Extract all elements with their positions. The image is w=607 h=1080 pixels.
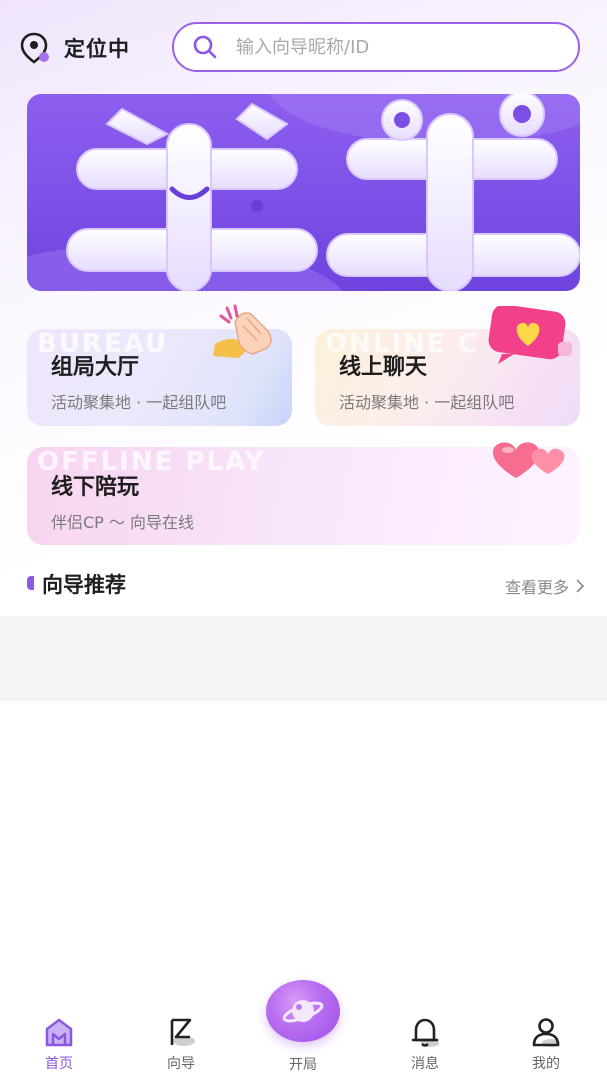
user-icon bbox=[532, 1018, 560, 1047]
search-icon bbox=[193, 35, 217, 59]
chevron-right-icon bbox=[576, 579, 585, 593]
tab-guide-label: 向导 bbox=[167, 1056, 195, 1072]
tab-profile[interactable]: 我的 bbox=[506, 1015, 586, 1075]
offline-title: 线下陪玩 bbox=[51, 475, 140, 500]
section-title: 向导推荐 bbox=[42, 573, 126, 597]
banner-artwork bbox=[27, 94, 580, 291]
tab-start-label: 开局 bbox=[289, 1057, 317, 1073]
tab-profile-label: 我的 bbox=[532, 1056, 560, 1072]
header: 定位中 bbox=[0, 18, 607, 76]
promo-banner[interactable] bbox=[27, 94, 580, 291]
view-more-link[interactable]: 查看更多 bbox=[505, 574, 585, 598]
offline-subtitle: 伴侣CP ～ 向导在线 bbox=[51, 513, 194, 532]
tab-messages-label: 消息 bbox=[411, 1056, 439, 1072]
guide-list-area bbox=[0, 616, 607, 701]
location-pin-icon bbox=[20, 32, 49, 64]
high-five-hand-icon bbox=[213, 304, 272, 358]
section-accent-bar bbox=[27, 576, 34, 590]
hearts-icon bbox=[492, 442, 565, 478]
planet-icon bbox=[282, 1000, 324, 1023]
search-bar[interactable] bbox=[172, 22, 580, 72]
chat-subtitle: 活动聚集地 · 一起组队吧 bbox=[339, 393, 515, 412]
start-game-button[interactable] bbox=[266, 980, 340, 1042]
location-selector[interactable]: 定位中 bbox=[20, 32, 130, 64]
home-icon bbox=[45, 1018, 73, 1047]
lobby-title: 组局大厅 bbox=[51, 355, 140, 380]
search-input[interactable] bbox=[236, 36, 556, 58]
location-label: 定位中 bbox=[64, 37, 130, 61]
bell-icon bbox=[411, 1018, 439, 1047]
tab-guide[interactable]: 向导 bbox=[141, 1015, 221, 1075]
tab-messages[interactable]: 消息 bbox=[385, 1015, 465, 1075]
heart-chat-bubble-icon bbox=[488, 306, 572, 364]
tab-start-game[interactable]: 开局 bbox=[263, 980, 343, 1080]
guide-recommend-section: 向导推荐 查看更多 bbox=[0, 560, 607, 610]
tab-home-label: 首页 bbox=[45, 1056, 73, 1072]
guide-icon bbox=[170, 1018, 195, 1046]
bottom-tab-bar: 首页 向导 开局 消息 我的 bbox=[0, 975, 607, 1080]
chat-title: 线上聊天 bbox=[339, 355, 428, 380]
tab-home[interactable]: 首页 bbox=[19, 1015, 99, 1075]
lobby-subtitle: 活动聚集地 · 一起组队吧 bbox=[51, 393, 227, 412]
view-more-label: 查看更多 bbox=[504, 578, 569, 597]
